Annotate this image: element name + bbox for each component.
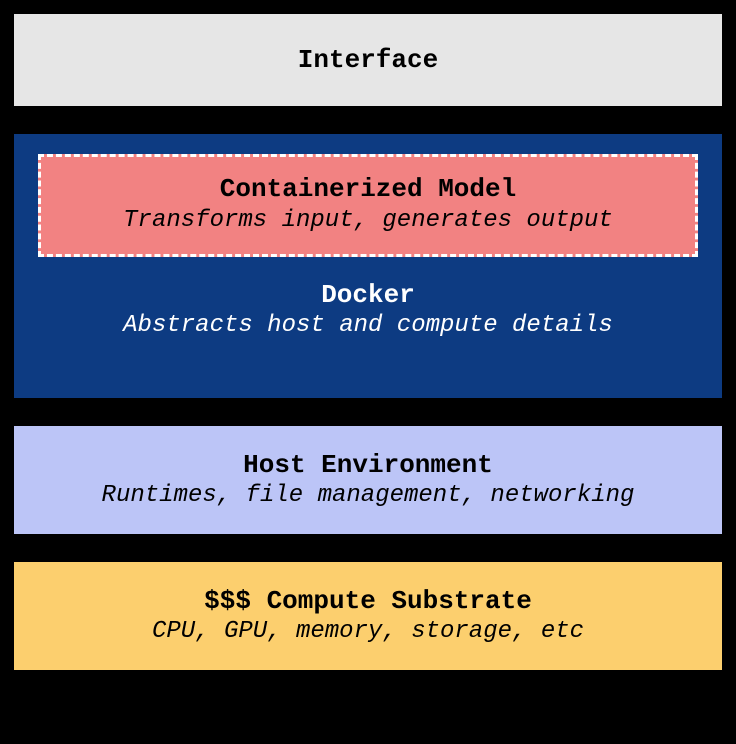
docker-layer: Containerized Model Transforms input, ge… (12, 132, 724, 400)
host-subtitle: Runtimes, file management, networking (102, 481, 635, 511)
compute-substrate-layer: $$$ Compute Substrate CPU, GPU, memory, … (12, 560, 724, 672)
interface-layer: Interface (12, 12, 724, 108)
interface-title: Interface (298, 44, 438, 77)
containerized-subtitle: Transforms input, generates output (51, 206, 685, 236)
host-title: Host Environment (243, 449, 493, 482)
docker-subtitle: Abstracts host and compute details (38, 311, 698, 341)
containerized-model-box: Containerized Model Transforms input, ge… (38, 154, 698, 257)
docker-title: Docker (38, 279, 698, 312)
compute-subtitle: CPU, GPU, memory, storage, etc (152, 617, 584, 647)
containerized-title: Containerized Model (51, 173, 685, 206)
host-environment-layer: Host Environment Runtimes, file manageme… (12, 424, 724, 536)
compute-title: $$$ Compute Substrate (204, 585, 532, 618)
docker-text-block: Docker Abstracts host and compute detail… (38, 279, 698, 342)
